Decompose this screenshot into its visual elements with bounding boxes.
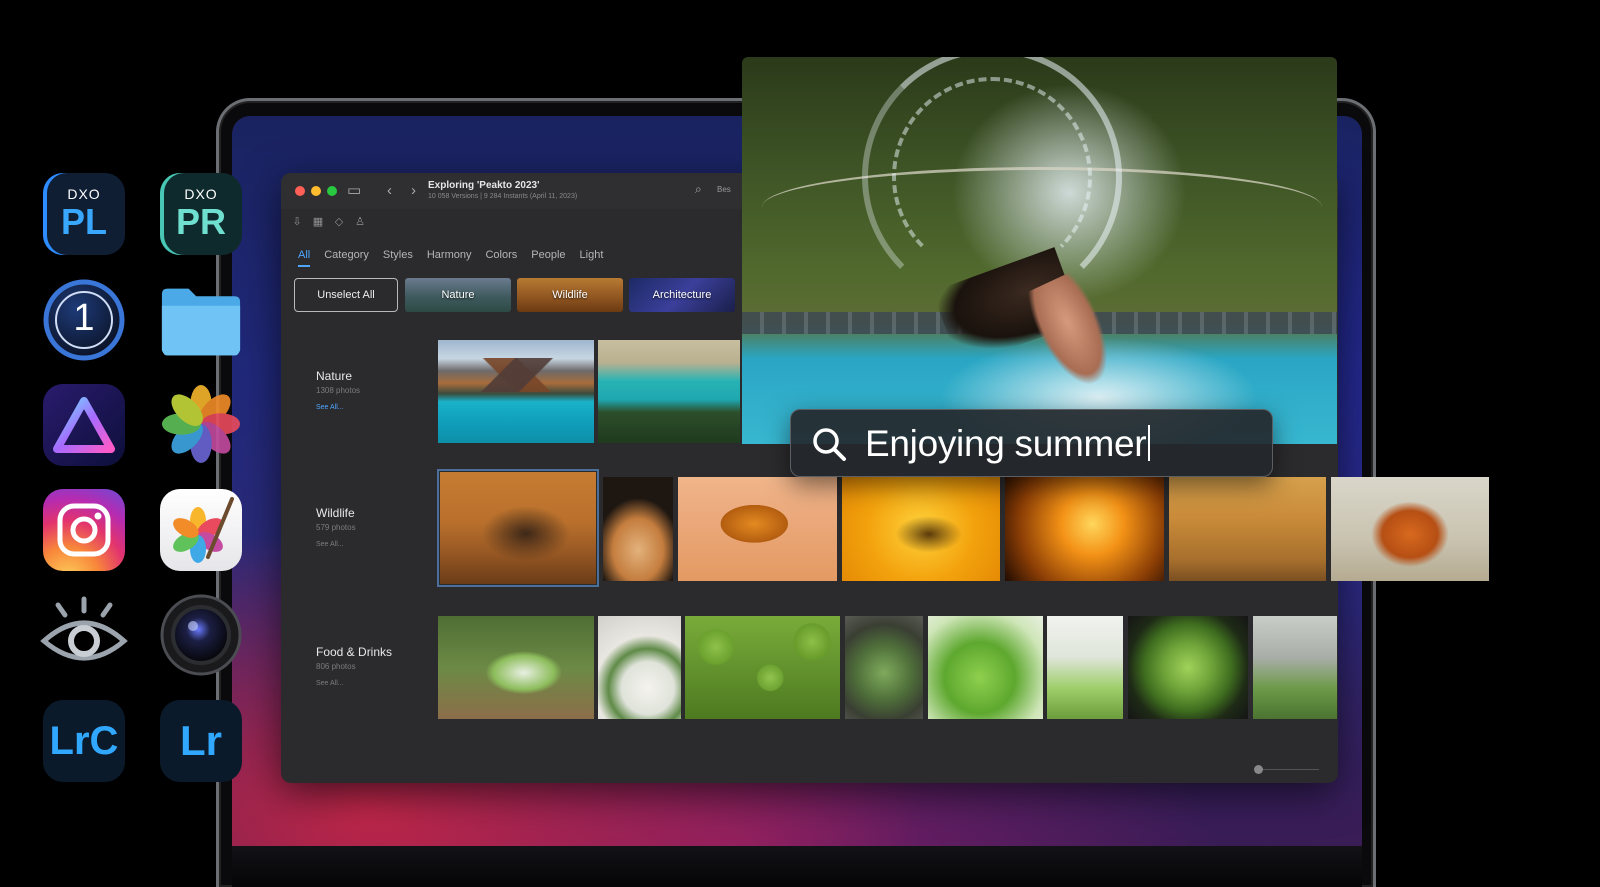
toolbar: ⇩ ▦ ◇ ♙	[291, 215, 366, 233]
section-count-wildlife: 579 photos	[316, 523, 356, 532]
photo-thumbnail[interactable]	[1128, 616, 1248, 719]
photo-thumbnail[interactable]	[438, 616, 594, 719]
photo-thumbnail[interactable]	[438, 340, 594, 443]
close-window-button[interactable]	[295, 186, 305, 196]
photo-thumbnail-selected[interactable]	[437, 469, 599, 587]
sidebar-toggle-icon[interactable]: ▭	[347, 181, 361, 201]
tab-harmony[interactable]: Harmony	[427, 249, 472, 267]
photo-thumbnail[interactable]	[598, 616, 681, 719]
photo-thumbnail[interactable]	[1253, 616, 1337, 719]
dxo-pureraw-app-icon[interactable]: DXO PR	[160, 173, 242, 255]
dxo-photolab-app-icon[interactable]: DXO PL	[43, 173, 125, 255]
capture-one-app-icon[interactable]: 1	[43, 279, 125, 361]
tab-category[interactable]: Category	[324, 249, 369, 267]
instagram-camera-icon	[57, 503, 111, 557]
tag-icon[interactable]: ◇	[333, 215, 345, 233]
hero-water-spray	[892, 77, 1092, 277]
section-title-nature: Nature	[316, 369, 353, 383]
tab-colors[interactable]: Colors	[485, 249, 517, 267]
section-title-food: Food & Drinks	[316, 645, 393, 659]
person-icon[interactable]: ♙	[354, 215, 366, 233]
pixelmator-flower-brush-icon	[173, 497, 234, 563]
camera-lens-icon	[160, 594, 242, 676]
laptop-bezel-bottom	[232, 846, 1362, 887]
unselect-all-button[interactable]: Unselect All	[294, 278, 398, 312]
photos-flower-icon	[161, 384, 241, 464]
pixelmator-app-icon[interactable]	[160, 489, 242, 571]
search-icon	[813, 428, 846, 461]
calendar-icon[interactable]: ▦	[312, 215, 324, 233]
section-title-wildlife: Wildlife	[316, 506, 355, 520]
photo-thumbnail[interactable]	[598, 340, 740, 443]
tab-people[interactable]: People	[531, 249, 565, 267]
eye-app-icon[interactable]	[38, 590, 130, 680]
thumbnail-size-slider-knob[interactable]	[1254, 765, 1263, 774]
luminar-app-icon[interactable]	[43, 384, 125, 466]
luminar-triangle-icon	[53, 397, 115, 453]
instagram-app-icon[interactable]	[43, 489, 125, 571]
tab-styles[interactable]: Styles	[383, 249, 413, 267]
photo-thumbnail[interactable]	[1169, 477, 1326, 581]
tab-light[interactable]: Light	[580, 249, 604, 267]
minimize-window-button[interactable]	[311, 186, 321, 196]
see-all-nature-link[interactable]: See All...	[316, 404, 344, 411]
category-tabs: All Category Styles Harmony Colors Peopl…	[298, 249, 603, 267]
see-all-wildlife-link[interactable]: See All...	[316, 541, 344, 548]
photo-thumbnail[interactable]	[1331, 477, 1489, 581]
hero-photo	[742, 57, 1337, 444]
photo-thumbnail[interactable]	[1047, 616, 1123, 719]
camera-lens-app-icon[interactable]	[160, 594, 242, 676]
lightroom-app-icon[interactable]: Lr	[160, 700, 242, 782]
photo-thumbnail[interactable]	[603, 477, 673, 581]
filter-chip-nature[interactable]: Nature	[405, 278, 511, 312]
back-icon[interactable]: ‹	[387, 181, 392, 201]
zoom-window-button[interactable]	[327, 186, 337, 196]
section-count-food: 806 photos	[316, 662, 356, 671]
photo-thumbnail[interactable]	[1005, 477, 1164, 581]
window-subtitle: 10 058 Versions | 9 284 Instants (April …	[428, 193, 578, 200]
see-all-food-link[interactable]: See All...	[316, 680, 344, 687]
photo-thumbnail[interactable]	[845, 616, 923, 719]
search-icon[interactable]: ⌕	[695, 182, 702, 197]
filter-chip-wildlife[interactable]: Wildlife	[517, 278, 623, 312]
import-icon[interactable]: ⇩	[291, 215, 303, 233]
folder-app-icon[interactable]	[160, 280, 242, 362]
tab-all[interactable]: All	[298, 249, 311, 267]
search-query[interactable]: Enjoying summer	[865, 420, 1151, 468]
photo-thumbnail[interactable]	[678, 477, 837, 581]
natural-language-search-bar[interactable]: Enjoying summer	[790, 409, 1273, 477]
text-caret	[1148, 425, 1151, 461]
lightroom-classic-app-icon[interactable]: LrC	[43, 700, 125, 782]
photo-thumbnail[interactable]	[842, 477, 1000, 581]
section-count-nature: 1308 photos	[316, 386, 361, 395]
thumbnail-size-slider[interactable]	[1259, 769, 1319, 770]
folder-icon	[161, 288, 241, 356]
photo-thumbnail[interactable]	[928, 616, 1043, 719]
forward-icon[interactable]: ›	[411, 181, 416, 201]
window-title: Exploring 'Peakto 2023'	[428, 180, 540, 191]
photo-thumbnail[interactable]	[685, 616, 840, 719]
search-hint[interactable]: Bes	[717, 185, 731, 194]
filter-chip-architecture[interactable]: Architecture	[629, 278, 735, 312]
eye-icon	[40, 596, 128, 661]
photos-app-icon[interactable]	[160, 383, 242, 465]
